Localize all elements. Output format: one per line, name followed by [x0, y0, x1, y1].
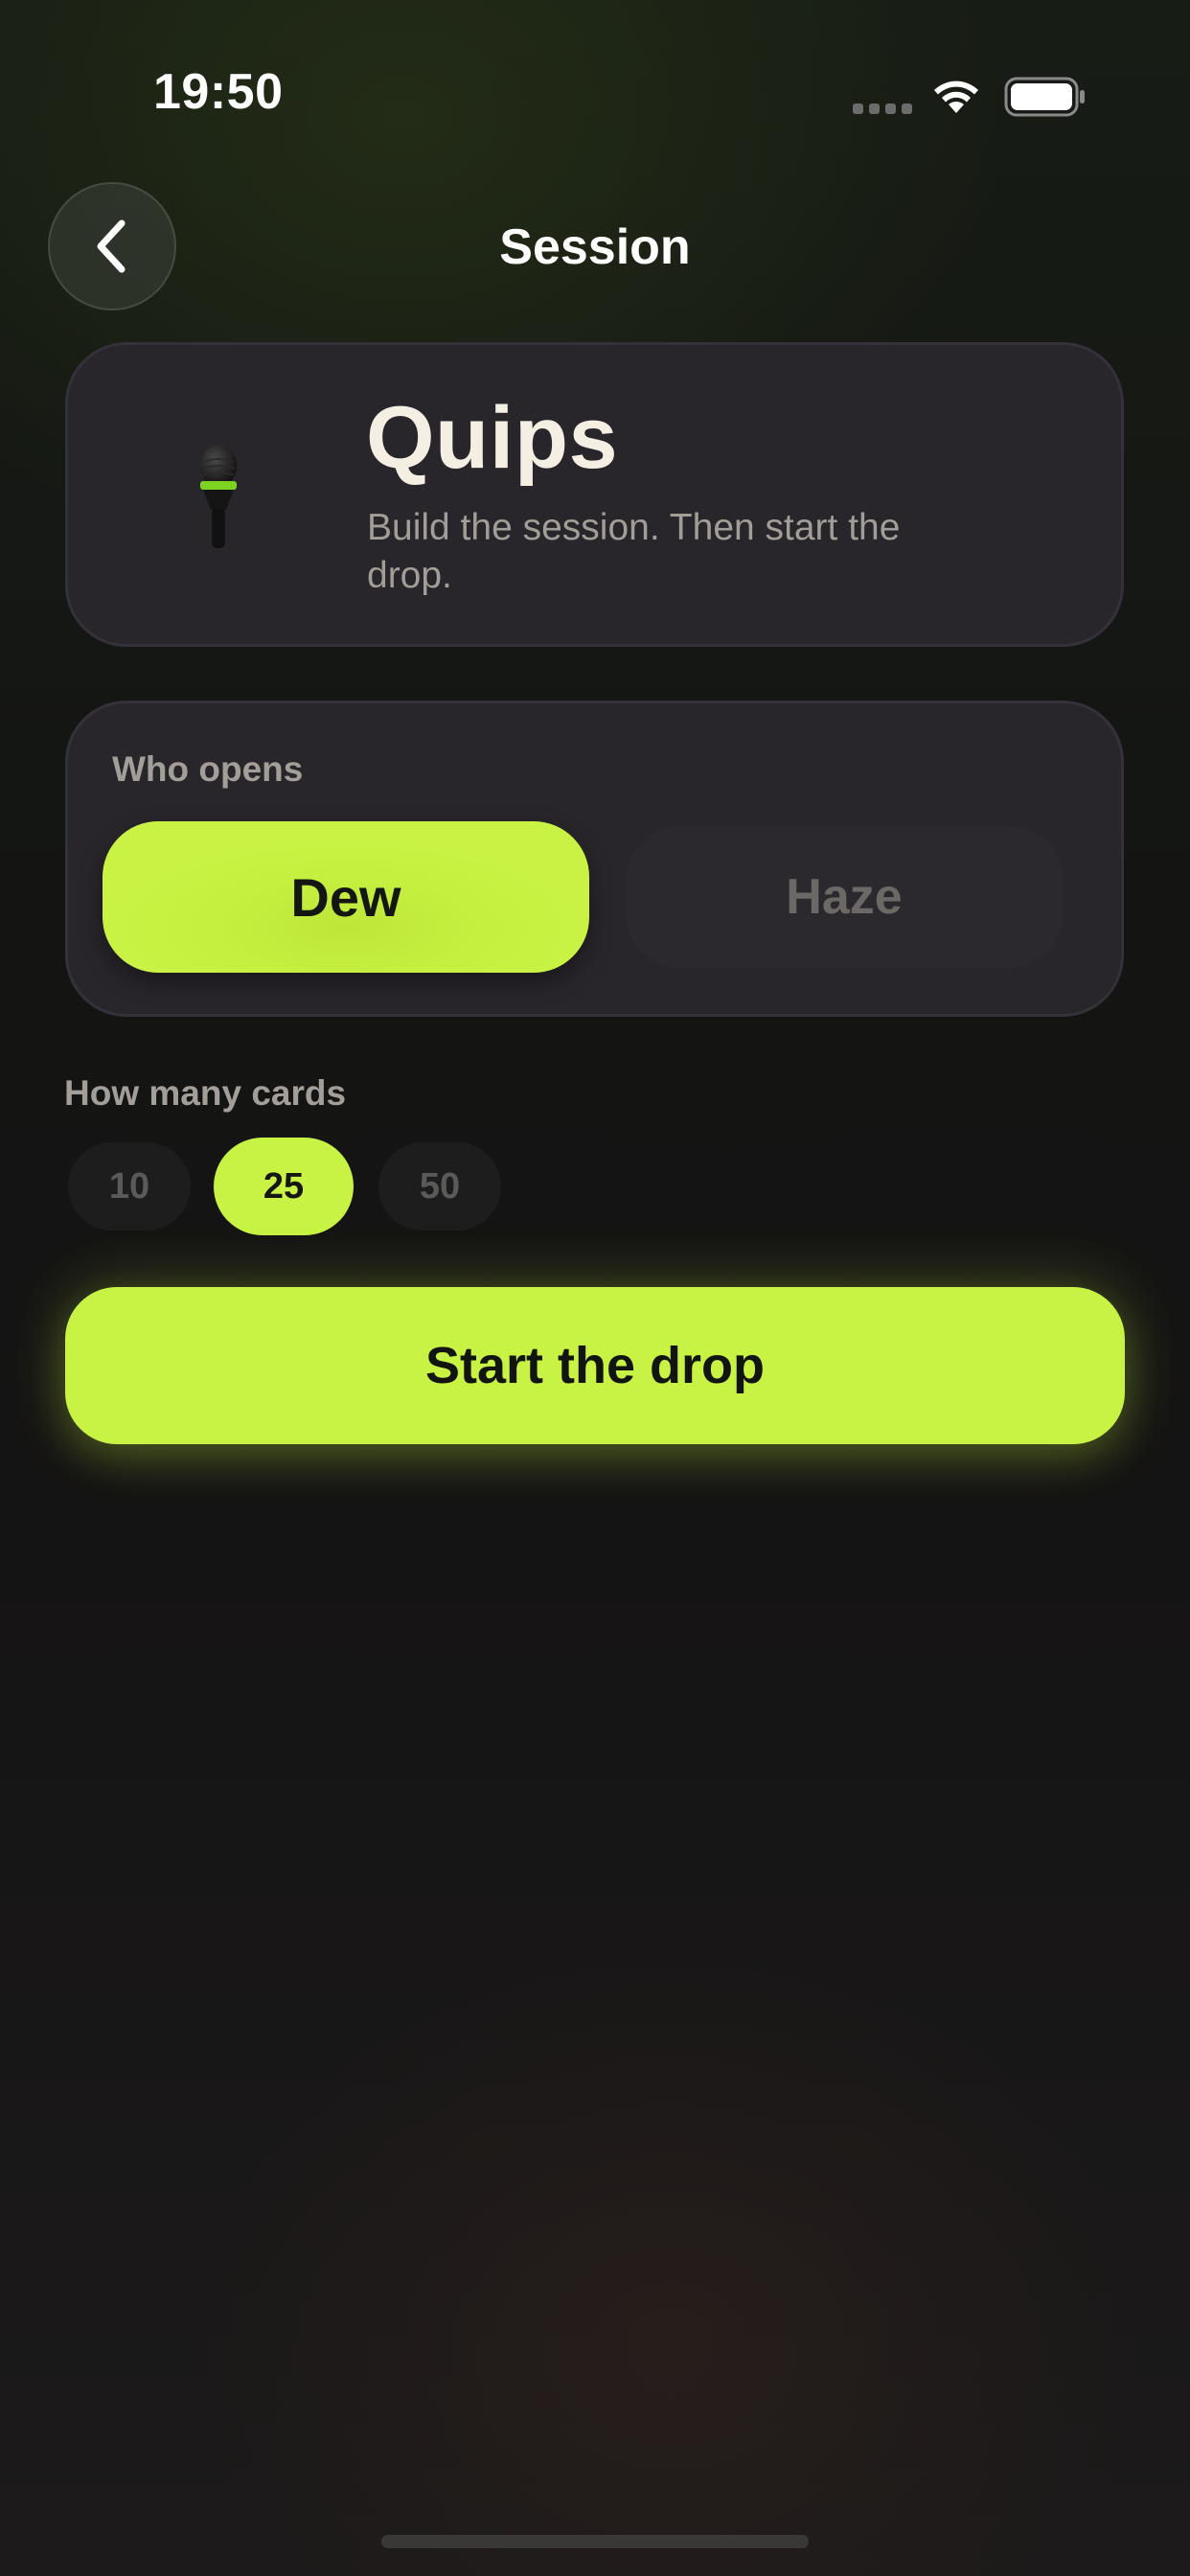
home-indicator[interactable]: [381, 2535, 809, 2548]
player-option-dew[interactable]: Dew: [103, 821, 589, 973]
cellular-signal-icon: [853, 104, 912, 115]
wifi-icon: [934, 80, 978, 113]
player-option-haze[interactable]: Haze: [625, 826, 1064, 968]
chevron-left-icon: [97, 219, 126, 273]
card-count-option-25[interactable]: 25: [214, 1138, 354, 1235]
start-button[interactable]: Start the drop: [65, 1287, 1125, 1444]
who-opens-label: Who opens: [112, 749, 304, 789]
card-count-option-50[interactable]: 50: [378, 1142, 501, 1230]
card-count-option-10[interactable]: 10: [68, 1142, 191, 1230]
app-title: Quips: [366, 389, 619, 487]
battery-icon: [1004, 77, 1085, 117]
status-time: 19:50: [153, 64, 284, 120]
microphone-icon: [200, 445, 237, 548]
back-button[interactable]: [48, 182, 176, 310]
card-count-label: How many cards: [64, 1073, 347, 1113]
page-title: Session: [499, 219, 691, 275]
app-subtitle: Build the session. Then start the drop.: [367, 507, 901, 596]
